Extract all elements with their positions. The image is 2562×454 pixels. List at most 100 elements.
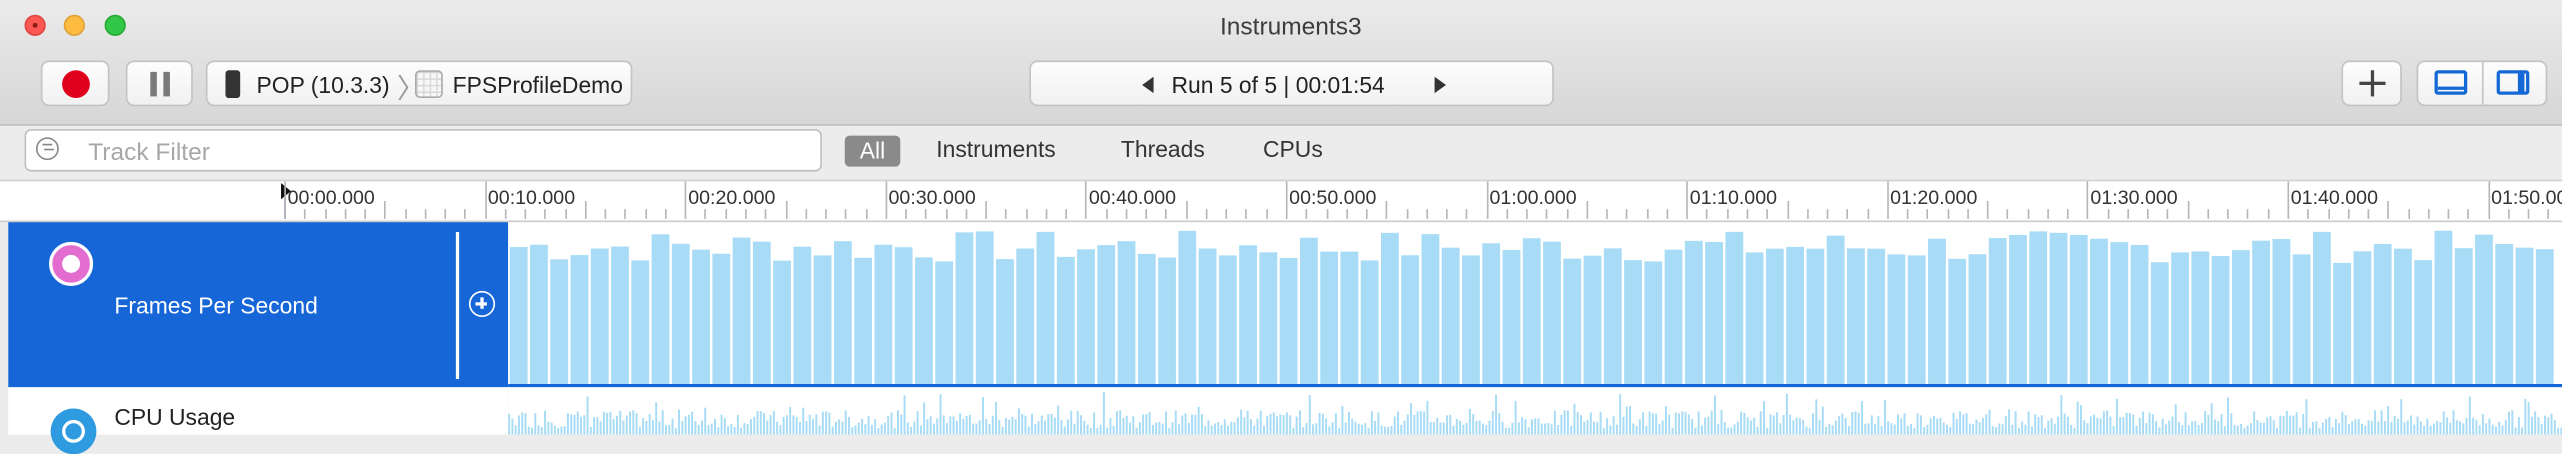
cpu-spike [1880,426,1883,435]
fps-bar [1320,251,1339,384]
ruler-minor-tick [825,209,827,219]
fps-bar [1482,243,1501,384]
record-button[interactable] [40,60,110,107]
fps-bar [2495,243,2514,384]
ruler-label: 00:50.000 [1289,186,1377,210]
cpu-spike [795,417,798,435]
cpu-spike [1795,417,1798,435]
bottom-panel-toggle-icon[interactable] [2434,70,2468,95]
add-track-icon[interactable] [468,290,496,317]
cpu-spike [1184,413,1187,435]
cpu-spike [949,416,952,435]
next-run-icon[interactable] [1434,76,1447,94]
cpu-spike [2504,419,2507,435]
fps-graph[interactable] [508,222,2562,388]
cpu-spike [1942,422,1945,435]
fps-bar [1725,231,1744,384]
cpu-spike [844,410,847,435]
cpu-spike [1472,414,1475,435]
fps-bar [1745,252,1764,384]
fps-bar [530,244,548,384]
fps-bar [2171,252,2189,384]
cpu-spike [2403,422,2406,435]
ruler-minor-tick [1305,209,1308,219]
cpu-spike [1102,392,1105,435]
filter-icon [35,137,59,161]
cpu-spike [1802,419,1805,435]
cpu-spike [1939,417,1942,435]
ruler-minor-tick [1866,209,1869,219]
fps-bar [712,253,731,384]
track-filter-field[interactable]: Track Filter [24,129,822,172]
ruler-minor-tick [785,200,787,219]
cpu-spike [929,416,932,435]
ruler-minor-tick [1426,209,1428,219]
cpu-spike [2021,421,2024,435]
cpu-spike [1246,410,1249,435]
cpu-spike [2315,421,2318,435]
ruler-minor-tick [1366,209,1368,219]
target-selector[interactable]: POP (10.3.3) 〉 FPSProfileDemo [205,60,633,107]
cpu-spike [1034,424,1037,435]
cpu-spike [2537,417,2540,435]
app-icon [415,70,443,99]
view-layout-control [2416,60,2548,107]
previous-run-icon[interactable] [1142,76,1154,94]
ruler-label: 00:30.000 [888,186,976,210]
cpu-spike [2321,422,2324,435]
cpu-spike [900,414,903,435]
tab-instruments[interactable]: Instruments [936,136,1056,162]
tab-cpus[interactable]: CPUs [1263,136,1323,162]
cpu-spike [1782,414,1785,435]
ruler-minor-tick [1446,209,1448,219]
cpu-spike [2070,424,2073,435]
pause-button[interactable] [125,60,193,107]
cpu-spike [1890,423,1893,435]
cpu-spike [1031,413,1033,435]
track-frames-per-second[interactable]: Frames Per Second [0,222,2562,388]
cpu-icon [50,408,97,454]
cpu-spike [1746,417,1749,435]
cpu-spike [2227,397,2230,435]
cpu-spike [629,411,632,435]
cpu-spike [2001,424,2004,435]
cpu-spike [1710,410,1713,435]
cpu-spike [838,419,841,435]
track-header[interactable]: Frames Per Second [8,222,509,388]
fps-bar [1705,241,1723,384]
cpu-spike [2057,416,2060,435]
cpu-spike [1776,412,1779,435]
cpu-spike [1256,418,1259,435]
cpu-graph[interactable] [508,387,2562,435]
cpu-spike [772,410,775,435]
cpu-spike [2416,416,2419,435]
tab-all[interactable]: All [844,135,901,167]
cpu-spike [1995,427,1997,435]
tab-threads[interactable]: Threads [1121,136,1205,162]
cpu-spike [2426,418,2429,435]
ruler-minor-tick [2427,209,2430,219]
track-header[interactable]: CPU Usage [8,387,510,454]
cpu-spike [910,426,913,435]
cpu-spike [792,415,795,435]
cpu-spike [1664,406,1667,435]
cpu-spike [2024,424,2027,435]
right-panel-toggle-icon[interactable] [2496,70,2530,95]
fps-bar [570,255,589,384]
track-cpu-usage[interactable]: CPU Usage [0,387,2562,454]
cpu-spike [534,413,537,435]
cpu-spike [962,418,965,435]
add-instrument-button[interactable] [2341,60,2402,107]
cpu-spike [563,426,566,435]
cpu-spike [1919,415,1922,435]
ruler-minor-tick [1646,209,1649,219]
timeline-ruler[interactable]: 00:00.000 00:10.000 00:20.000 00:30.000 00:4… [0,181,2562,223]
cpu-spike [1583,421,1586,435]
cpu-spike [544,410,547,435]
cpu-spike [2475,420,2478,435]
cpu-spike [1364,423,1367,435]
cpu-spike [759,411,762,435]
cpu-spike [1981,417,1984,435]
cpu-spike [1155,422,1158,435]
cpu-spike [1439,422,1442,435]
